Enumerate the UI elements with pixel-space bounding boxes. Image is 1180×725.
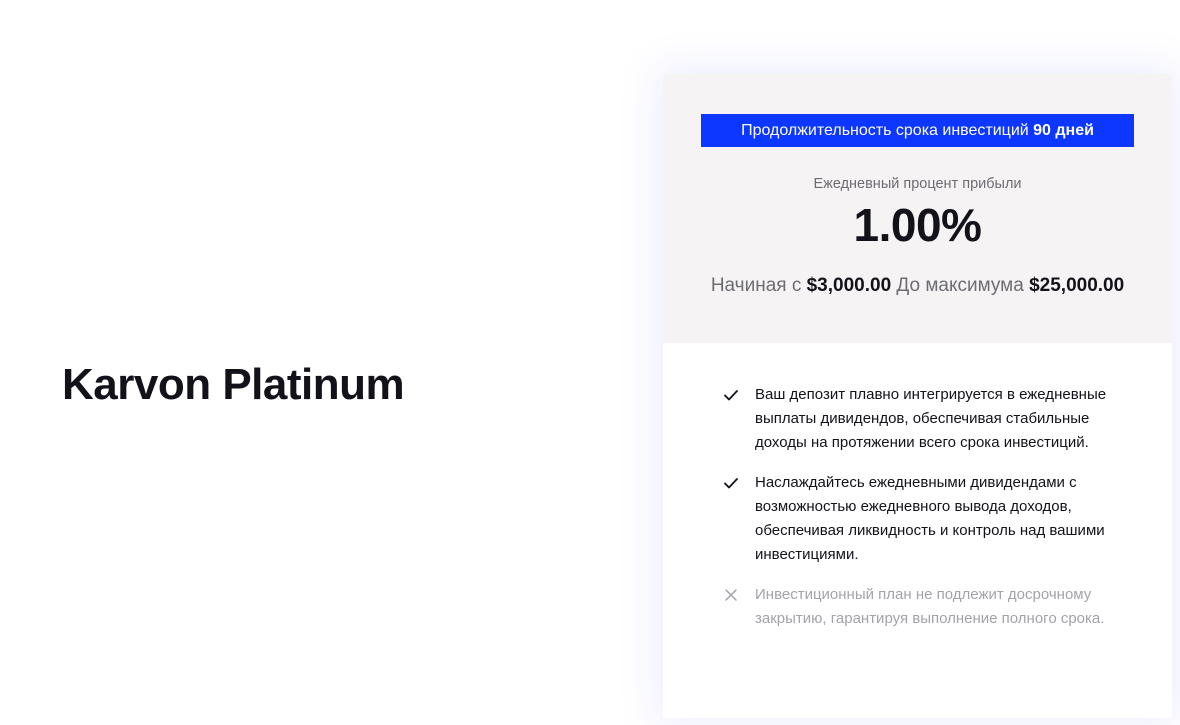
feature-text: Наслаждайтесь ежедневными дивидендами с … bbox=[755, 474, 1105, 563]
daily-rate-value: 1.00% bbox=[853, 199, 982, 251]
duration-label: Продолжительность срока инвестиций bbox=[741, 122, 1029, 139]
check-icon bbox=[724, 478, 738, 489]
duration-value: 90 дней bbox=[1033, 122, 1094, 139]
daily-rate-label: Ежедневный процент прибыли bbox=[813, 176, 1022, 192]
plan-card: Продолжительность срока инвестиций 90 дн… bbox=[663, 74, 1172, 718]
feature-list: Ваш депозит плавно интегрируется в ежедн… bbox=[723, 383, 1123, 647]
duration-badge: Продолжительность срока инвестиций 90 дн… bbox=[701, 114, 1134, 147]
feature-item-disabled: Инвестиционный план не подлежит досрочно… bbox=[723, 583, 1123, 631]
max-label: До максимума bbox=[896, 275, 1024, 296]
feature-text: Инвестиционный план не подлежит досрочно… bbox=[755, 586, 1105, 627]
page: Karvon Platinum Продолжительность срока … bbox=[0, 0, 1180, 725]
feature-item: Наслаждайтесь ежедневными дивидендами с … bbox=[723, 471, 1123, 567]
feature-item: Ваш депозит плавно интегрируется в ежедн… bbox=[723, 383, 1123, 455]
investment-range: Начиная с $3,000.00 До максимума $25,000… bbox=[663, 275, 1172, 297]
plan-title: Karvon Platinum bbox=[62, 360, 405, 409]
check-icon bbox=[724, 390, 738, 401]
cross-icon bbox=[725, 589, 737, 601]
min-label: Начиная с bbox=[710, 275, 802, 296]
max-amount: $25,000.00 bbox=[1029, 275, 1125, 296]
plan-card-header: Продолжительность срока инвестиций 90 дн… bbox=[663, 74, 1172, 343]
min-amount: $3,000.00 bbox=[806, 275, 892, 296]
feature-text: Ваш депозит плавно интегрируется в ежедн… bbox=[755, 386, 1107, 451]
